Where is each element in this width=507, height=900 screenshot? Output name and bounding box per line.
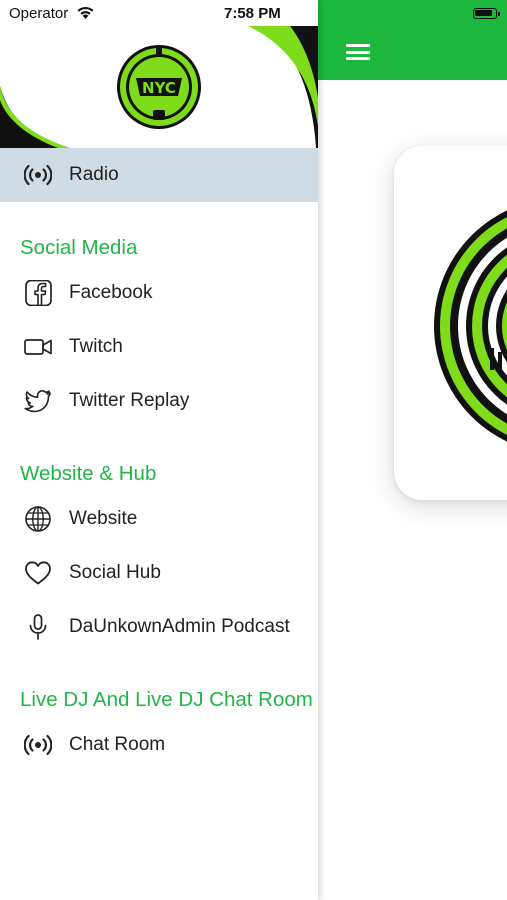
menu-item-radio[interactable]: Radio <box>0 148 318 202</box>
logo-text: NYC <box>142 79 176 97</box>
menu-item-chat-room[interactable]: Chat Room <box>0 718 318 772</box>
wifi-icon <box>77 6 94 19</box>
radio-broadcast-icon <box>24 734 52 756</box>
menu-item-label: Twitch <box>69 336 123 357</box>
drawer-header: NYC <box>0 26 318 148</box>
hamburger-menu-icon[interactable] <box>346 42 370 62</box>
menu-item-label: Twitter Replay <box>69 390 190 411</box>
video-camera-icon <box>24 339 52 355</box>
radio-broadcast-icon <box>24 164 52 186</box>
menu-item-label: Chat Room <box>69 734 166 755</box>
navigation-drawer: Operator 7:58 PM NYC Radio Social Media … <box>0 0 318 900</box>
main-content <box>318 0 507 900</box>
menu-item-label: Facebook <box>69 282 153 303</box>
menu-item-label: Website <box>69 508 138 529</box>
heart-icon <box>25 561 51 585</box>
menu-item-facebook[interactable]: Facebook <box>0 266 318 320</box>
menu-item-podcast[interactable]: DaUnkownAdmin Podcast <box>0 600 318 654</box>
menu-item-label: DaUnkownAdmin Podcast <box>69 616 290 637</box>
section-title-website-hub: Website & Hub <box>20 462 157 485</box>
main-status-bar <box>318 0 507 26</box>
section-title-social-media: Social Media <box>20 236 138 259</box>
carrier-name: Operator <box>9 5 69 22</box>
main-navbar <box>318 26 507 80</box>
radio-artwork-card[interactable] <box>394 146 507 500</box>
radio-logo-artwork <box>434 210 507 442</box>
menu-item-website[interactable]: Website <box>0 492 318 546</box>
globe-icon <box>25 506 51 532</box>
status-bar: Operator 7:58 PM <box>0 0 318 26</box>
section-title-live-dj: Live DJ And Live DJ Chat Room <box>20 688 313 711</box>
menu-item-twitter-replay[interactable]: Twitter Replay <box>0 374 318 428</box>
menu-item-label: Radio <box>69 164 119 185</box>
twitter-bird-icon <box>24 390 51 413</box>
facebook-icon <box>25 280 52 306</box>
menu-item-label: Social Hub <box>69 562 161 583</box>
menu-item-twitch[interactable]: Twitch <box>0 320 318 374</box>
microphone-icon <box>29 614 47 640</box>
menu-item-social-hub[interactable]: Social Hub <box>0 546 318 600</box>
nyc-logo: NYC <box>116 44 202 130</box>
clock: 7:58 PM <box>224 5 281 22</box>
battery-icon <box>473 8 500 19</box>
